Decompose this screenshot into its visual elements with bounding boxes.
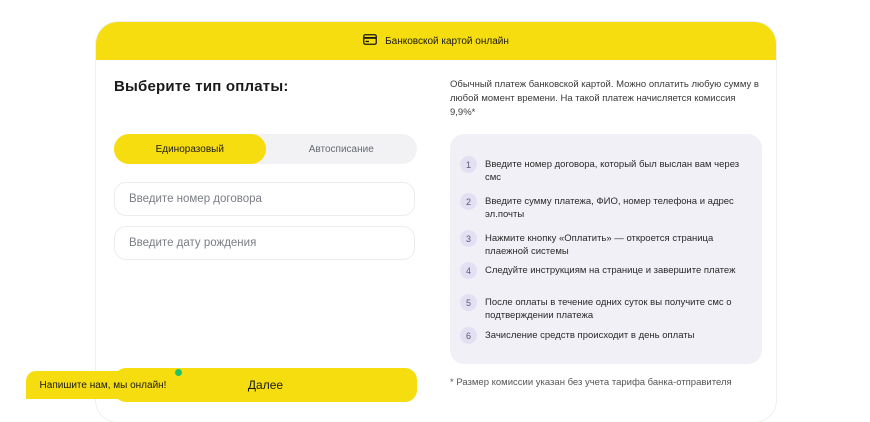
step-item: 3 Нажмите кнопку «Оплатить» — откроется … [460, 230, 750, 258]
payment-type-tabs: Единоразовый Автосписание [114, 134, 417, 164]
tab-one-time[interactable]: Единоразовый [114, 134, 266, 164]
step-text: Введите номер договора, который был высл… [485, 159, 740, 183]
step-number: 4 [460, 262, 477, 279]
header-title: Банковской картой онлайн [385, 35, 509, 47]
step-number: 5 [460, 294, 477, 311]
online-status-dot [175, 369, 182, 376]
payment-method-header[interactable]: Банковской картой онлайн [96, 22, 776, 60]
step-item: 4 Следуйте инструкциям на странице и зав… [460, 262, 750, 279]
birthdate-input[interactable] [114, 226, 415, 260]
payment-card: Банковской картой онлайн Выберите тип оп… [96, 22, 776, 422]
step-text: Введите сумму платежа, ФИО, номер телефо… [485, 196, 734, 220]
step-text: Зачисление средств происходит в день опл… [485, 330, 695, 341]
step-number: 2 [460, 193, 477, 210]
form-title: Выберите тип оплаты: [114, 78, 289, 95]
tab-autopay[interactable]: Автосписание [266, 134, 418, 164]
step-number: 6 [460, 327, 477, 344]
step-text: Нажмите кнопку «Оплатить» — откроется ст… [485, 233, 714, 257]
contract-number-input[interactable] [114, 182, 415, 216]
step-item: 5 После оплаты в течение одних суток вы … [460, 294, 750, 322]
payment-info: Обычный платеж банковской картой. Можно … [450, 78, 762, 388]
payment-form: Выберите тип оплаты: Единоразовый Автосп… [114, 78, 417, 402]
commission-footnote: * Размер комиссии указан без учета тариф… [450, 377, 732, 388]
step-text: После оплаты в течение одних суток вы по… [485, 297, 732, 321]
steps-panel: 1 Введите номер договора, который был вы… [450, 134, 762, 364]
payment-description: Обычный платеж банковской картой. Можно … [450, 79, 759, 118]
step-item: 6 Зачисление средств происходит в день о… [460, 327, 750, 344]
step-number: 1 [460, 156, 477, 173]
step-number: 3 [460, 230, 477, 247]
chat-widget-button[interactable]: Напишите нам, мы онлайн! [26, 371, 180, 399]
step-item: 1 Введите номер договора, который был вы… [460, 156, 750, 184]
credit-card-icon [363, 34, 377, 48]
step-item: 2 Введите сумму платежа, ФИО, номер теле… [460, 193, 750, 221]
step-text: Следуйте инструкциям на странице и завер… [485, 265, 736, 276]
